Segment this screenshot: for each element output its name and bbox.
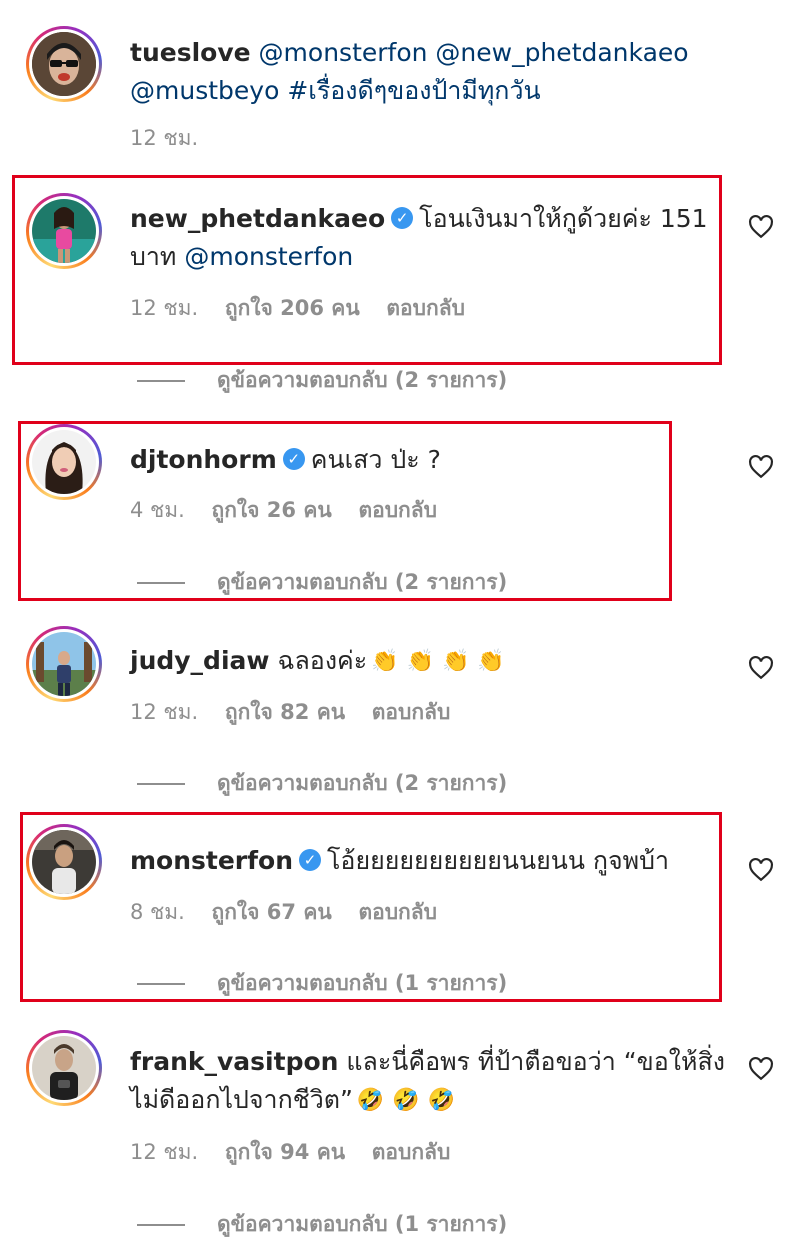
divider-line — [137, 983, 185, 985]
comment-body: คนเสว ป่ะ ? — [310, 445, 441, 474]
avatar-photo-monsterfon — [32, 830, 96, 894]
laughing-emoji-icon: 🤣 — [392, 1088, 420, 1113]
verified-badge-icon: ✓ — [282, 448, 305, 470]
comment-time: 4 ชม. — [130, 498, 185, 522]
avatar-photo-judy-diaw — [32, 632, 96, 696]
avatar[interactable] — [26, 1030, 102, 1106]
reply-button[interactable]: ตอบกลับ — [372, 700, 451, 724]
mention-link[interactable]: @new_phetdankaeo — [435, 38, 688, 67]
divider-line — [137, 783, 185, 785]
heart-icon[interactable] — [748, 1056, 774, 1082]
comment-time: 12 ชม. — [130, 1140, 199, 1164]
comment-text: new_phetdankaeo ✓ โอนเงินมาให้กูด้วยค่ะ 15… — [130, 200, 720, 276]
avatar[interactable] — [26, 824, 102, 900]
mention-link[interactable]: @monsterfon — [184, 242, 353, 271]
comment-text: tueslove @monsterfon @new_phetdankaeo @m… — [130, 34, 720, 110]
view-replies-label: ดูข้อความตอบกลับ (1 รายการ) — [217, 971, 508, 995]
comment-username[interactable]: tueslove — [130, 38, 251, 67]
hashtag-link[interactable]: #เรื่องดีๆของป้ามีทุกวัน — [287, 76, 540, 105]
avatar-photo-djtonhorm — [32, 430, 96, 494]
verified-badge-icon: ✓ — [391, 207, 414, 229]
comment-username[interactable]: frank_vasitpon — [130, 1047, 338, 1076]
view-replies-button[interactable]: ดูข้อความตอบกลับ (2 รายการ) — [137, 767, 507, 800]
laughing-emoji-icon: 🤣 — [356, 1088, 385, 1113]
view-replies-button[interactable]: ดูข้อความตอบกลับ (1 รายการ) — [137, 1208, 507, 1241]
likes-count[interactable]: ถูกใจ 94 คน — [225, 1140, 345, 1164]
comment-username[interactable]: judy_diaw — [130, 646, 270, 675]
likes-count[interactable]: ถูกใจ 82 คน — [225, 700, 345, 724]
clap-emoji-icon: 👏 — [371, 649, 399, 674]
view-replies-label: ดูข้อความตอบกลับ (1 รายการ) — [217, 1212, 508, 1236]
reply-button[interactable]: ตอบกลับ — [358, 498, 437, 522]
likes-count[interactable]: ถูกใจ 206 คน — [225, 296, 360, 320]
heart-icon[interactable] — [748, 655, 774, 681]
comment-meta: 4 ชม. ถูกใจ 26 คน ตอบกลับ — [130, 494, 457, 527]
avatar-photo-tueslove — [32, 32, 96, 96]
comment-username[interactable]: monsterfon — [130, 846, 293, 875]
comment-time: 12 ชม. — [130, 126, 199, 150]
likes-count[interactable]: ถูกใจ 26 คน — [212, 498, 332, 522]
divider-line — [137, 380, 185, 382]
view-replies-label: ดูข้อความตอบกลับ (2 รายการ) — [217, 570, 508, 594]
divider-line — [137, 582, 185, 584]
comment-meta: 12 ชม. — [130, 122, 218, 155]
reply-button[interactable]: ตอบกลับ — [372, 1140, 451, 1164]
comment-meta: 12 ชม. ถูกใจ 206 คน ตอบกลับ — [130, 292, 485, 325]
avatar[interactable] — [26, 424, 102, 500]
clap-emoji-icon: 👏 — [406, 649, 434, 674]
comment-username[interactable]: djtonhorm — [130, 445, 277, 474]
view-replies-label: ดูข้อความตอบกลับ (2 รายการ) — [217, 368, 508, 392]
avatar-photo-new-phetdankaeo — [32, 199, 96, 263]
view-replies-button[interactable]: ดูข้อความตอบกลับ (1 รายการ) — [137, 967, 507, 1000]
comment-text: djtonhorm ✓ คนเสว ป่ะ ? — [130, 441, 720, 479]
avatar[interactable] — [26, 193, 102, 269]
comment-time: 12 ชม. — [130, 296, 199, 320]
clap-emoji-icon: 👏 — [442, 649, 470, 674]
reply-button[interactable]: ตอบกลับ — [358, 900, 437, 924]
reply-button[interactable]: ตอบกลับ — [386, 296, 465, 320]
comment-text: frank_vasitpon และนี่คือพร ที่ป้าตือขอว่… — [130, 1043, 730, 1119]
heart-icon[interactable] — [748, 214, 774, 240]
comment-time: 8 ชม. — [130, 900, 185, 924]
divider-line — [137, 1224, 185, 1226]
comment-meta: 12 ชม. ถูกใจ 94 คน ตอบกลับ — [130, 1136, 470, 1169]
comment-username[interactable]: new_phetdankaeo — [130, 204, 385, 233]
comment-meta: 8 ชม. ถูกใจ 67 คน ตอบกลับ — [130, 896, 457, 929]
laughing-emoji-icon: 🤣 — [427, 1088, 456, 1113]
comment-meta: 12 ชม. ถูกใจ 82 คน ตอบกลับ — [130, 696, 470, 729]
mention-link[interactable]: @mustbeyo — [130, 76, 279, 105]
heart-icon[interactable] — [748, 857, 774, 883]
verified-badge-icon: ✓ — [299, 849, 321, 871]
clap-emoji-icon: 👏 — [477, 649, 505, 674]
avatar[interactable] — [26, 626, 102, 702]
likes-count[interactable]: ถูกใจ 67 คน — [212, 900, 332, 924]
comment-text: monsterfon ✓ โอ้ยยยยยยยยยยนนยนน กูจพบ้า — [130, 842, 720, 880]
view-replies-button[interactable]: ดูข้อความตอบกลับ (2 รายการ) — [137, 364, 507, 397]
avatar-photo-frank-vasitpon — [32, 1036, 96, 1100]
comment-text: judy_diaw ฉลองค่ะ 👏 👏 👏 👏 — [130, 642, 720, 680]
heart-icon[interactable] — [748, 454, 774, 480]
avatar[interactable] — [26, 26, 102, 102]
comment-body: ฉลองค่ะ — [277, 646, 368, 675]
view-replies-button[interactable]: ดูข้อความตอบกลับ (2 รายการ) — [137, 566, 507, 599]
comment-time: 12 ชม. — [130, 700, 199, 724]
view-replies-label: ดูข้อความตอบกลับ (2 รายการ) — [217, 771, 508, 795]
mention-link[interactable]: @monsterfon — [259, 38, 428, 67]
comment-body: โอ้ยยยยยยยยยยนนยนน กูจพบ้า — [327, 846, 670, 875]
